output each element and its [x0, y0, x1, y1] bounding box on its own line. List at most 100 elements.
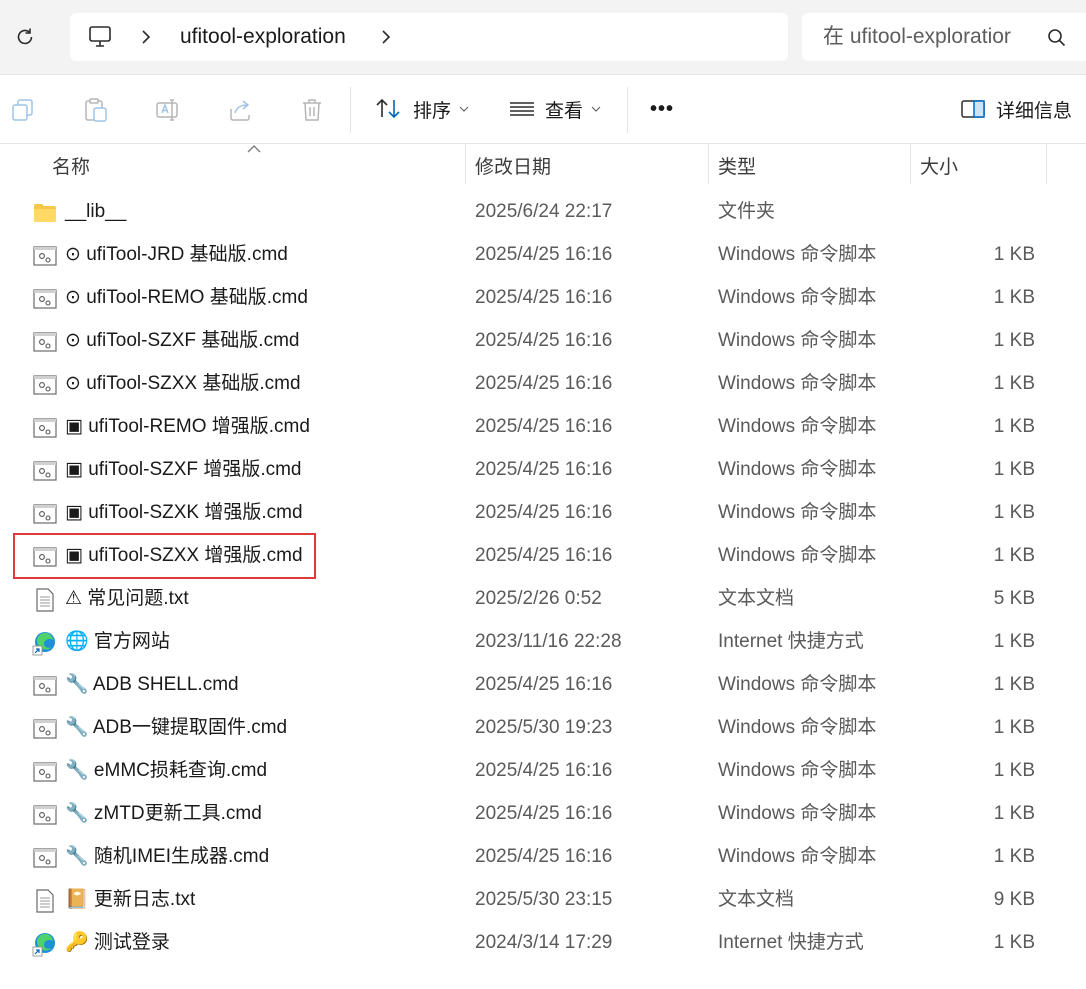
sort-icon: [376, 98, 400, 119]
file-size: 1 KB: [993, 674, 1035, 695]
file-date: 2025/4/25 16:16: [475, 373, 613, 394]
cmd-file-icon: [32, 759, 58, 785]
cmd-file-icon: [32, 802, 58, 828]
file-name: ▣ ufiTool-SZXK 增强版.cmd: [65, 502, 303, 523]
column-size-label: 大小: [920, 157, 959, 178]
file-date: 2025/4/25 16:16: [475, 287, 613, 308]
file-type: Windows 命令脚本: [718, 803, 877, 824]
refresh-icon[interactable]: [10, 22, 40, 52]
path-box[interactable]: ufitool-exploration: [70, 13, 788, 61]
rename-icon[interactable]: [155, 97, 181, 123]
file-type: Windows 命令脚本: [718, 545, 877, 566]
chevron-down-icon: [459, 106, 469, 112]
file-name: ▣ ufiTool-REMO 增强版.cmd: [65, 416, 310, 437]
trash-icon[interactable]: [299, 97, 325, 123]
column-name-label: 名称: [52, 157, 91, 178]
file-row[interactable]: 🔧 eMMC损耗查询.cmd 2025/4/25 16:16 Windows 命令脚…: [0, 750, 1086, 793]
column-type[interactable]: 类型: [709, 144, 911, 184]
file-row[interactable]: ⊙ ufiTool-JRD 基础版.cmd 2025/4/25 16:16 Wind…: [0, 234, 1086, 277]
file-name: ⊙ ufiTool-REMO 基础版.cmd: [65, 287, 308, 308]
paste-icon[interactable]: [83, 97, 109, 123]
chevron-down-icon: [591, 106, 601, 112]
sort-button[interactable]: 排序: [375, 91, 469, 127]
details-pane-icon: [961, 100, 985, 118]
column-type-label: 类型: [718, 157, 757, 178]
cmd-file-icon: [32, 458, 58, 484]
cmd-file-icon: [32, 329, 58, 355]
text-file-icon: [32, 587, 58, 613]
file-row[interactable]: 🔧 ADB SHELL.cmd 2025/4/25 16:16 Windows 命令…: [0, 664, 1086, 707]
view-button[interactable]: 查看: [509, 91, 601, 127]
file-date: 2025/4/25 16:16: [475, 846, 613, 867]
file-row[interactable]: ▣ ufiTool-REMO 增强版.cmd 2025/4/25 16:16 Win…: [0, 406, 1086, 449]
cmd-file-icon: [32, 544, 58, 570]
toolbar-divider: [350, 87, 351, 133]
file-type: Windows 命令脚本: [718, 244, 877, 265]
file-row[interactable]: ⊙ ufiTool-SZXF 基础版.cmd 2025/4/25 16:16 Win…: [0, 320, 1086, 363]
file-row[interactable]: ⊙ ufiTool-REMO 基础版.cmd 2025/4/25 16:16 Win…: [0, 277, 1086, 320]
file-name: 🔑 测试登录: [65, 932, 170, 953]
file-name: 🔧 eMMC损耗查询.cmd: [65, 760, 268, 781]
copy-icon[interactable]: [10, 97, 36, 123]
file-row[interactable]: ⚠ 常见问题.txt 2025/2/26 0:52 文本文档 5 KB: [0, 578, 1086, 621]
search-input[interactable]: 在 ufitool-exploratior: [802, 13, 1086, 61]
view-icon: [510, 102, 534, 116]
file-size: 1 KB: [993, 502, 1035, 523]
file-row[interactable]: ▣ ufiTool-SZXK 增强版.cmd 2025/4/25 16:16 Win…: [0, 492, 1086, 535]
file-type: Windows 命令脚本: [718, 287, 877, 308]
cmd-file-icon: [32, 243, 58, 269]
file-size: 1 KB: [993, 932, 1035, 953]
file-size: 9 KB: [993, 889, 1035, 910]
file-name: ▣ ufiTool-SZXX 增强版.cmd: [65, 545, 303, 566]
file-name: 🔧 ADB SHELL.cmd: [65, 674, 239, 695]
share-icon[interactable]: [227, 97, 253, 123]
file-date: 2025/4/25 16:16: [475, 502, 613, 523]
file-size: 1 KB: [993, 545, 1035, 566]
view-label: 查看: [545, 100, 584, 122]
breadcrumb-item[interactable]: ufitool-exploration: [180, 24, 346, 50]
search-icon[interactable]: [1046, 27, 1068, 49]
computer-icon[interactable]: [88, 25, 114, 49]
file-row[interactable]: 🌐 官方网站 2023/11/16 22:28 Internet 快捷方式 1 KB: [0, 621, 1086, 664]
file-size: 1 KB: [993, 330, 1035, 351]
cmd-file-icon: [32, 845, 58, 871]
column-name[interactable]: 名称: [0, 144, 466, 184]
file-row[interactable]: 🔧 随机IMEI生成器.cmd 2025/4/25 16:16 Windows 命令…: [0, 836, 1086, 879]
file-type: Windows 命令脚本: [718, 502, 877, 523]
file-type: Windows 命令脚本: [718, 846, 877, 867]
sort-label: 排序: [413, 100, 452, 122]
cmd-file-icon: [32, 286, 58, 312]
column-modified[interactable]: 修改日期: [466, 144, 709, 184]
file-date: 2023/11/16 22:28: [475, 631, 622, 652]
search-placeholder: 在 ufitool-exploratior: [823, 25, 1011, 48]
file-row[interactable]: 📔 更新日志.txt 2025/5/30 23:15 文本文档 9 KB: [0, 879, 1086, 922]
chevron-right-icon[interactable]: [378, 25, 394, 49]
file-size: 1 KB: [993, 416, 1035, 437]
cmd-file-icon: [32, 415, 58, 441]
file-type: Internet 快捷方式: [718, 631, 864, 652]
toolbar-divider: [627, 87, 628, 133]
column-modified-label: 修改日期: [475, 157, 552, 178]
file-row[interactable]: 🔑 测试登录 2024/3/14 17:29 Internet 快捷方式 1 KB: [0, 922, 1086, 965]
file-name: ⚠ 常见问题.txt: [65, 588, 189, 609]
file-row[interactable]: ▣ ufiTool-SZXX 增强版.cmd 2025/4/25 16:16 Win…: [0, 535, 1086, 578]
file-name: 🔧 ADB一键提取固件.cmd: [65, 717, 288, 738]
column-size[interactable]: 大小: [911, 144, 1047, 184]
file-name: 📔 更新日志.txt: [65, 889, 196, 910]
details-pane-button[interactable]: 详细信息: [960, 91, 1072, 127]
file-row[interactable]: ▣ ufiTool-SZXF 增强版.cmd 2025/4/25 16:16 Win…: [0, 449, 1086, 492]
file-row[interactable]: __lib__ 2025/6/24 22:17 文件夹: [0, 191, 1086, 234]
file-row[interactable]: ⊙ ufiTool-SZXX 基础版.cmd 2025/4/25 16:16 Win…: [0, 363, 1086, 406]
cmd-file-icon: [32, 673, 58, 699]
file-date: 2025/4/25 16:16: [475, 803, 613, 824]
more-label: •••: [650, 97, 675, 120]
cmd-file-icon: [32, 716, 58, 742]
cmd-file-icon: [32, 501, 58, 527]
file-date: 2025/4/25 16:16: [475, 545, 613, 566]
file-size: 1 KB: [993, 287, 1035, 308]
chevron-right-icon[interactable]: [138, 25, 154, 49]
file-row[interactable]: 🔧 zMTD更新工具.cmd 2025/4/25 16:16 Windows 命令脚…: [0, 793, 1086, 836]
command-bar: 排序 查看 ••• 详细信息: [0, 75, 1086, 144]
file-row[interactable]: 🔧 ADB一键提取固件.cmd 2025/5/30 19:23 Windows 命令…: [0, 707, 1086, 750]
more-options-icon[interactable]: •••: [650, 91, 674, 127]
